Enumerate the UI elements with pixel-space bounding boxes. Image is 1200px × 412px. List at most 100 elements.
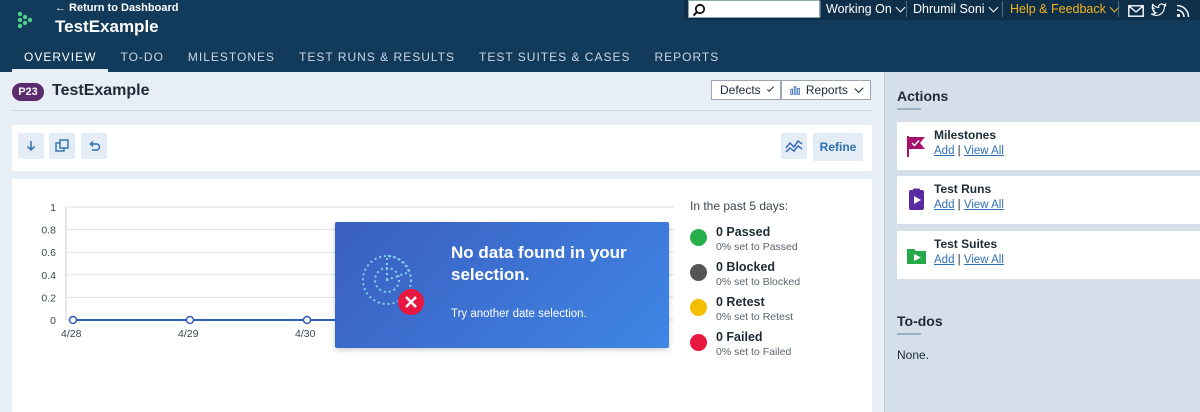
legend-main: 0 Passed xyxy=(716,225,771,239)
no-data-title: No data found in your selection. xyxy=(451,243,627,284)
legend-sub: 0% set to Passed xyxy=(716,241,798,253)
legend-item-retest: 0 Retest 0% set to Retest xyxy=(690,295,860,330)
separator xyxy=(820,1,821,17)
legend-main: 0 Failed xyxy=(716,330,763,344)
chevron-down-icon xyxy=(766,84,774,92)
user-name: Dhrumil Soni xyxy=(913,1,985,16)
add-test-suite-link[interactable]: Add xyxy=(934,254,954,266)
search-input[interactable] xyxy=(709,2,817,16)
legend-item-blocked: 0 Blocked 0% set to Blocked xyxy=(690,260,860,295)
todos-empty-text: None. xyxy=(897,348,930,362)
tab-reports[interactable]: REPORTS xyxy=(642,44,731,72)
separator xyxy=(906,1,907,17)
page-title: TestExample xyxy=(52,82,150,99)
header-project-title: TestExample xyxy=(55,17,159,36)
project-id-badge: P23 xyxy=(12,83,44,101)
action-links: Add | View All xyxy=(934,199,1004,211)
testrail-logo-icon[interactable] xyxy=(10,4,40,36)
tab-overview[interactable]: OVERVIEW xyxy=(12,44,109,72)
legend-item-passed: 0 Passed 0% set to Passed xyxy=(690,225,860,260)
link-separator: | xyxy=(954,145,964,157)
legend-main: 0 Retest xyxy=(716,295,765,309)
y-tick-label: 0 xyxy=(50,315,56,327)
y-tick-label: 0.6 xyxy=(41,247,56,259)
copy-button[interactable] xyxy=(49,133,75,159)
chart-toolbar: Refine xyxy=(12,125,872,171)
retest-status-dot xyxy=(690,299,707,316)
data-point xyxy=(68,315,78,325)
search-icon xyxy=(692,3,706,17)
chevron-down-icon xyxy=(854,83,864,93)
action-title: Milestones xyxy=(934,128,997,142)
view-all-test-runs-link[interactable]: View All xyxy=(964,199,1004,211)
y-tick-label: 0.4 xyxy=(41,270,56,282)
line-chart-icon xyxy=(785,139,803,153)
tab-test-suites-cases[interactable]: TEST SUITES & CASES xyxy=(467,44,642,72)
help-label: Help & Feedback xyxy=(1010,1,1106,16)
chevron-down-icon xyxy=(895,2,906,12)
legend-main: 0 Blocked xyxy=(716,260,776,274)
blocked-status-dot xyxy=(690,264,707,281)
main-nav: OVERVIEW TO-DO MILESTONES TEST RUNS & RE… xyxy=(12,44,731,72)
working-on-dropdown[interactable]: Working On xyxy=(826,0,906,18)
no-data-subtitle: Try another date selection. xyxy=(451,308,587,320)
undo-icon xyxy=(89,141,100,151)
tab-todo[interactable]: TO-DO xyxy=(108,44,175,72)
help-feedback-dropdown[interactable]: Help & Feedback xyxy=(1010,0,1120,18)
todos-heading: To-dos xyxy=(897,313,943,329)
x-tick-label: 4/28 xyxy=(61,328,82,340)
no-data-overlay: No data found in your selection. Try ano… xyxy=(335,222,669,348)
action-title: Test Suites xyxy=(934,237,998,251)
heading-rule xyxy=(897,333,921,335)
heading-rule xyxy=(897,108,921,110)
x-tick-label: 4/30 xyxy=(295,328,316,340)
link-separator: | xyxy=(954,199,964,211)
action-card-test-runs: Test Runs Add | View All xyxy=(897,176,1200,224)
reports-dropdown[interactable]: Reports xyxy=(781,80,871,100)
search-box xyxy=(688,0,820,18)
add-milestone-link[interactable]: Add xyxy=(934,145,954,157)
view-all-milestones-link[interactable]: View All xyxy=(964,145,1004,157)
separator xyxy=(1002,1,1003,17)
legend-sub: 0% set to Failed xyxy=(716,346,792,358)
return-to-dashboard-link[interactable]: ← Return to Dashboard xyxy=(55,2,178,14)
chart-legend: In the past 5 days: 0 Passed 0% set to P… xyxy=(690,199,860,365)
divider xyxy=(12,110,872,111)
test-run-play-icon xyxy=(909,188,924,210)
passed-status-dot xyxy=(690,229,707,246)
y-tick-label: 1 xyxy=(50,202,56,214)
undo-button[interactable] xyxy=(81,133,107,159)
milestone-flag-icon xyxy=(907,136,925,157)
data-point xyxy=(185,315,195,325)
right-sidebar: Actions Milestones Add | View All Test R… xyxy=(884,72,1200,412)
copy-icon xyxy=(55,139,69,152)
legend-item-failed: 0 Failed 0% set to Failed xyxy=(690,330,860,365)
refine-button[interactable]: Refine xyxy=(813,133,863,161)
test-suite-folder-icon xyxy=(907,249,926,264)
tab-test-runs-results[interactable]: TEST RUNS & RESULTS xyxy=(287,44,467,72)
action-card-milestones: Milestones Add | View All xyxy=(897,122,1200,170)
failed-status-dot xyxy=(690,334,707,351)
legend-title: In the past 5 days: xyxy=(690,199,789,213)
app-header: ← Return to Dashboard TestExample OVERVI… xyxy=(0,0,1200,72)
action-title: Test Runs xyxy=(934,182,992,196)
project-header-row: P23 TestExample Defects Reports xyxy=(0,72,884,110)
add-test-run-link[interactable]: Add xyxy=(934,199,954,211)
tab-milestones[interactable]: MILESTONES xyxy=(176,44,287,72)
view-all-test-suites-link[interactable]: View All xyxy=(964,254,1004,266)
arrow-down-icon xyxy=(26,141,36,152)
defects-dropdown[interactable]: Defects xyxy=(711,80,781,100)
action-links: Add | View All xyxy=(934,254,1004,266)
legend-sub: 0% set to Blocked xyxy=(716,276,801,288)
working-on-label: Working On xyxy=(826,1,892,16)
rss-icon[interactable] xyxy=(1176,2,1190,20)
empty-chart-icon xyxy=(357,250,427,323)
chart-toggle-button[interactable] xyxy=(781,133,807,159)
chevron-down-icon xyxy=(988,2,999,12)
actions-heading: Actions xyxy=(897,88,949,104)
twitter-icon[interactable] xyxy=(1151,1,1167,19)
download-button[interactable] xyxy=(18,133,44,159)
action-links: Add | View All xyxy=(934,145,1004,157)
user-menu-dropdown[interactable]: Dhrumil Soni xyxy=(913,0,999,18)
mail-icon[interactable] xyxy=(1128,2,1144,20)
